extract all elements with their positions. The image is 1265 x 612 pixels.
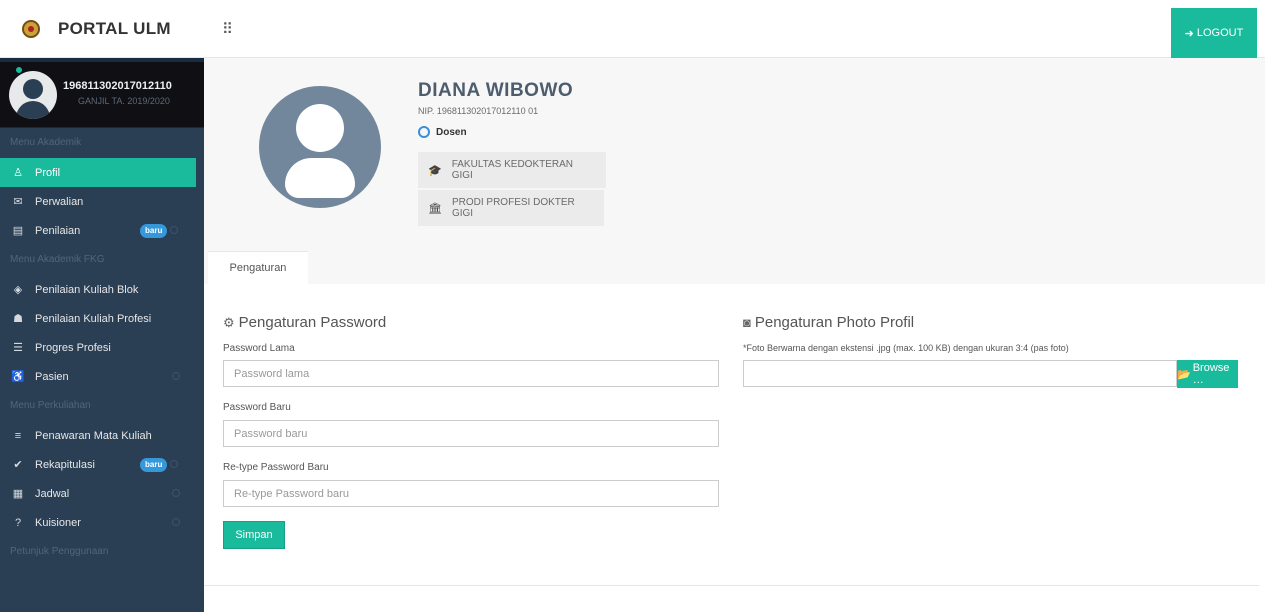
- sidebar-item-label: Rekapitulasi: [35, 458, 95, 471]
- shield-icon: ◈: [13, 284, 23, 296]
- program-label: PRODI PROFESI DOKTER GIGI: [451, 197, 575, 219]
- sidebar-item-pasien[interactable]: ♿ Pasien: [0, 362, 204, 391]
- old-password-input[interactable]: [223, 360, 719, 387]
- new-badge: baru: [140, 458, 168, 472]
- sidebar-item-penawaran-mata-kuliah[interactable]: ≡ Penawaran Mata Kuliah: [0, 421, 204, 450]
- sidebar-item-profil[interactable]: ♙ Profil: [0, 158, 196, 187]
- question-icon: ?: [14, 516, 22, 529]
- sidebar-item-label: Kuisioner: [35, 516, 81, 529]
- sidebar-item-label: Penilaian Kuliah Profesi: [35, 312, 152, 325]
- main-content: DIANA WIBOWO NIP. 196811302017012110 01 …: [204, 58, 1265, 612]
- sidebar: 196811302017012110 GANJIL TA. 2019/2020 …: [0, 58, 204, 612]
- sidebar-semester: GANJIL TA. 2019/2020: [78, 96, 170, 106]
- sidebar-item-label: Penilaian: [35, 224, 81, 237]
- expand-circle-icon: [170, 460, 178, 468]
- sidebar-nip: 196811302017012110: [63, 80, 172, 92]
- person-icon: ♿: [11, 371, 25, 383]
- menu-icon: ≡: [14, 429, 22, 442]
- new-password-label: Password Baru: [223, 402, 291, 413]
- user-icon: ♙: [13, 167, 23, 179]
- password-section-title: ⚙ Pengaturan Password: [223, 314, 386, 331]
- browse-label: Browse …: [1192, 362, 1230, 386]
- profile-header: DIANA WIBOWO NIP. 196811302017012110 01 …: [204, 58, 1265, 284]
- logout-icon: ➜: [1184, 27, 1194, 40]
- sidebar-profile: 196811302017012110 GANJIL TA. 2019/2020: [0, 58, 204, 128]
- apps-grid-icon[interactable]: ⠿: [222, 22, 233, 37]
- photo-hint: *Foto Berwarna dengan ekstensi .jpg (max…: [743, 343, 1069, 353]
- calendar-icon: ▦: [12, 488, 24, 500]
- group-icon: ☗: [13, 313, 23, 325]
- expand-circle-icon: [172, 372, 180, 380]
- sidebar-item-rekapitulasi[interactable]: ✔ Rekapitulasi baru: [0, 450, 204, 479]
- expand-circle-icon: [172, 518, 180, 526]
- browse-button[interactable]: 📂 Browse …: [1177, 360, 1238, 388]
- chat-icon: ✉: [13, 196, 23, 208]
- logout-button[interactable]: ➜ LOGOUT: [1171, 8, 1257, 58]
- check-icon: ✔: [13, 459, 23, 471]
- expand-circle-icon: [172, 489, 180, 497]
- sidebar-item-label: Profil: [35, 166, 61, 179]
- new-password-input[interactable]: [223, 420, 719, 447]
- faculty-button[interactable]: 🎓 FAKULTAS KEDOKTERAN GIGI: [418, 152, 606, 188]
- gear-icon: ⚙: [223, 314, 235, 330]
- retype-password-input[interactable]: [223, 480, 719, 507]
- photo-section-title: ◙ Pengaturan Photo Profil: [743, 314, 914, 331]
- brand-title: PORTAL ULM: [58, 19, 171, 38]
- sidebar-item-progres-profesi[interactable]: ☰ Progres Profesi: [0, 333, 204, 362]
- avatar: [9, 71, 57, 119]
- university-logo: [22, 20, 40, 38]
- logout-label: LOGOUT: [1196, 27, 1244, 39]
- role-label: Dosen: [436, 126, 467, 138]
- retype-password-label: Re-type Password Baru: [223, 462, 329, 473]
- expand-circle-icon: [170, 226, 178, 234]
- menu-section-petunjuk[interactable]: Petunjuk Penggunaan: [0, 537, 204, 567]
- sidebar-item-label: Penawaran Mata Kuliah: [35, 429, 152, 442]
- graduation-cap-icon: 🎓: [428, 164, 442, 177]
- photo-file-input[interactable]: [743, 360, 1177, 387]
- save-button[interactable]: Simpan: [223, 521, 285, 549]
- user-nip: NIP. 196811302017012110 01: [418, 106, 539, 116]
- user-role: Dosen: [418, 126, 467, 138]
- sidebar-item-label: Pasien: [35, 370, 69, 383]
- folder-open-icon: 📂: [1177, 368, 1191, 381]
- online-status-dot: [15, 66, 23, 74]
- divider: [204, 585, 1259, 586]
- sidebar-item-kuisioner[interactable]: ? Kuisioner: [0, 508, 204, 537]
- old-password-label: Password Lama: [223, 343, 295, 354]
- profile-avatar: [259, 86, 381, 208]
- photo-section-title-text: Pengaturan Photo Profil: [754, 314, 915, 331]
- institution-icon: 🏛: [428, 202, 442, 215]
- sidebar-item-penilaian-kuliah-blok[interactable]: ◈ Penilaian Kuliah Blok: [0, 275, 204, 304]
- sidebar-item-penilaian[interactable]: ▤ Penilaian baru: [0, 216, 204, 245]
- top-bar: PORTAL ULM ⠿ ➜ LOGOUT: [0, 0, 1265, 58]
- list-icon: ☰: [13, 342, 23, 354]
- tab-strip: Pengaturan: [204, 251, 1265, 284]
- menu-section-fkg: Menu Akademik FKG: [10, 254, 105, 265]
- password-section-title-text: Pengaturan Password: [238, 314, 387, 331]
- sidebar-item-label: Progres Profesi: [35, 341, 111, 354]
- sidebar-item-label: Penilaian Kuliah Blok: [35, 283, 139, 296]
- tab-pengaturan[interactable]: Pengaturan: [208, 251, 308, 284]
- sidebar-item-penilaian-kuliah-profesi[interactable]: ☗ Penilaian Kuliah Profesi: [0, 304, 204, 333]
- brand[interactable]: PORTAL ULM: [0, 0, 204, 58]
- new-badge: baru: [140, 224, 168, 238]
- faculty-label: FAKULTAS KEDOKTERAN GIGI: [451, 159, 574, 181]
- role-circle-icon: [418, 126, 430, 138]
- sidebar-item-jadwal[interactable]: ▦ Jadwal: [0, 479, 204, 508]
- user-name: DIANA WIBOWO: [418, 80, 574, 101]
- camera-icon: ◙: [743, 315, 751, 330]
- sidebar-item-perwalian[interactable]: ✉ Perwalian: [0, 187, 204, 216]
- menu-section-akademik: Menu Akademik: [10, 137, 82, 148]
- menu-section-perkuliahan: Menu Perkuliahan: [10, 400, 91, 411]
- sidebar-item-label: Perwalian: [35, 195, 84, 208]
- document-icon: ▤: [12, 225, 24, 237]
- program-button[interactable]: 🏛 PRODI PROFESI DOKTER GIGI: [418, 190, 604, 226]
- sidebar-item-label: Jadwal: [35, 487, 70, 500]
